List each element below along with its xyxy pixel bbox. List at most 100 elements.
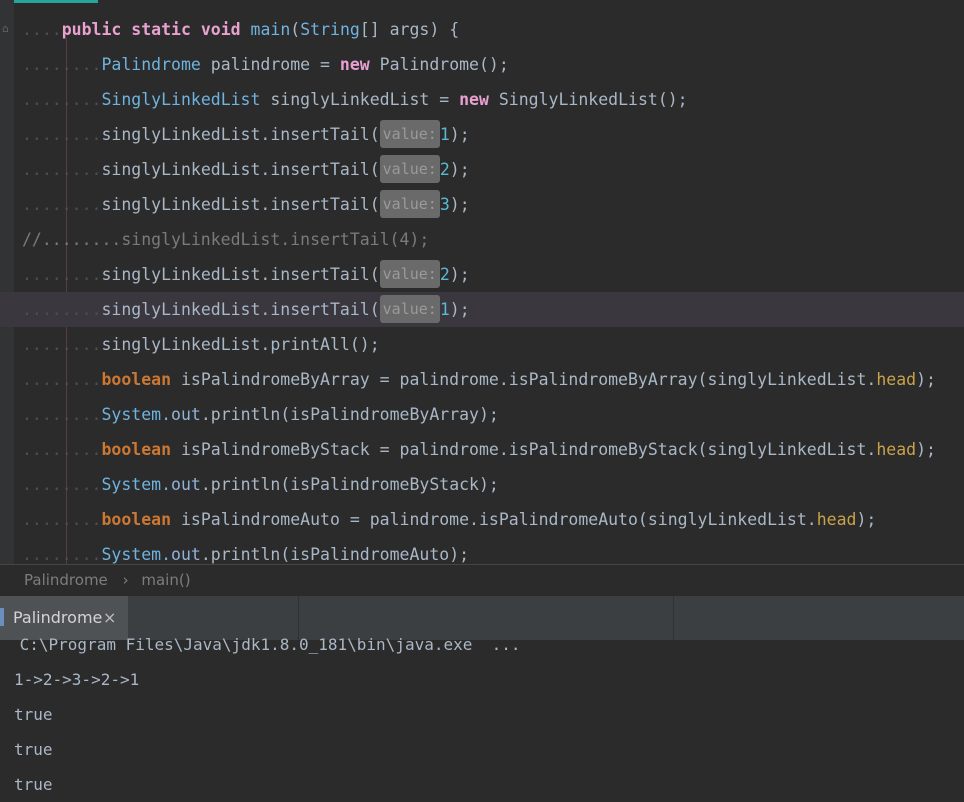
indent-whitespace: ........	[22, 300, 102, 319]
code-token: SinglyLinkedList();	[498, 90, 688, 109]
code-token: .println(isPalindromeAuto);	[200, 545, 470, 564]
code-line[interactable]: ........System.out.println(isPalindromeB…	[0, 467, 964, 502]
indent-whitespace: ........	[22, 405, 102, 424]
active-tab-indicator	[0, 0, 98, 3]
console-line: true	[14, 775, 53, 794]
code-token: );	[916, 370, 936, 389]
code-token: public	[61, 20, 132, 39]
breadcrumb-method[interactable]: main()	[141, 565, 190, 595]
console-line: 1->2->3->2->1	[14, 670, 140, 689]
code-token: boolean	[101, 510, 181, 529]
run-console-output[interactable]: C:\Program Files\Java\jdk1.8.0_181\bin\j…	[0, 635, 964, 801]
code-token: [] args) {	[359, 20, 460, 39]
code-token: System.	[101, 405, 172, 424]
code-token: 1	[439, 300, 450, 319]
code-token: Palindrome();	[379, 55, 509, 74]
code-token: singlyLinkedList.printAll();	[101, 335, 380, 354]
code-token: static	[131, 20, 201, 39]
console-line: true	[14, 705, 53, 724]
code-token: palindrome =	[200, 55, 340, 74]
indent-whitespace: ........	[22, 370, 102, 389]
code-line[interactable]: ........Palindrome palindrome = new Pali…	[0, 47, 964, 82]
code-token: .println(isPalindromeByArray);	[200, 405, 499, 424]
code-line[interactable]: ........singlyLinkedList.insertTail(valu…	[0, 292, 964, 327]
indent-whitespace: ........	[22, 195, 102, 214]
code-token: singlyLinkedList.insertTail(	[101, 195, 380, 214]
code-token: 2	[439, 160, 450, 179]
code-line[interactable]: ....public static void main(String[] arg…	[0, 12, 964, 47]
code-token: boolean	[101, 370, 181, 389]
parameter-hint: value:	[379, 120, 440, 148]
code-token: System.	[101, 545, 172, 564]
breadcrumb-separator-icon: ›	[122, 571, 129, 589]
code-token: isPalindromeByStack = palindrome.isPalin…	[180, 440, 877, 459]
indent-whitespace: ........	[22, 545, 102, 564]
code-line[interactable]: ........System.out.println(isPalindromeB…	[0, 397, 964, 432]
code-token: );	[449, 195, 470, 214]
code-line[interactable]: ........boolean isPalindromeByStack = pa…	[0, 432, 964, 467]
code-token: String	[300, 20, 360, 39]
indent-whitespace: ........	[22, 125, 102, 144]
code-line[interactable]: ........SinglyLinkedList singlyLinkedLis…	[0, 82, 964, 117]
code-token: );	[449, 300, 470, 319]
breadcrumb: Palindrome › main()	[0, 564, 964, 595]
code-token: head	[816, 510, 857, 529]
code-token: );	[916, 440, 936, 459]
parameter-hint: value:	[379, 260, 440, 288]
code-line[interactable]: ........singlyLinkedList.insertTail(valu…	[0, 257, 964, 292]
code-token: singlyLinkedList =	[260, 90, 460, 109]
indent-whitespace: ........	[22, 265, 102, 284]
console-line: true	[14, 740, 53, 759]
indent-whitespace: ........	[22, 335, 102, 354]
code-token: singlyLinkedList.insertTail(	[101, 300, 380, 319]
code-line[interactable]: ........singlyLinkedList.insertTail(valu…	[0, 187, 964, 222]
code-token: );	[449, 125, 470, 144]
parameter-hint: value:	[379, 190, 440, 218]
indent-whitespace: ........	[22, 55, 102, 74]
code-token: out	[171, 475, 201, 494]
code-token: void	[200, 20, 251, 39]
run-config-icon	[0, 608, 4, 626]
code-token: out	[171, 405, 201, 424]
code-line[interactable]: ........boolean isPalindromeAuto = palin…	[0, 502, 964, 537]
code-token: boolean	[101, 440, 181, 459]
code-editor[interactable]: ⌂ ....public static void main(String[] a…	[0, 0, 964, 564]
code-token: );	[449, 160, 470, 179]
code-token: .println(isPalindromeByStack);	[200, 475, 499, 494]
code-line[interactable]: ........System.out.println(isPalindromeA…	[0, 537, 964, 564]
indent-whitespace: ........	[22, 475, 102, 494]
code-token: 3	[439, 195, 450, 214]
code-token: isPalindromeAuto = palindrome.isPalindro…	[180, 510, 817, 529]
indent-whitespace: ....	[22, 20, 62, 39]
code-token: 1	[439, 125, 450, 144]
code-line[interactable]: ........singlyLinkedList.printAll();	[0, 327, 964, 362]
code-token: singlyLinkedList.insertTail(	[101, 265, 380, 284]
code-token: (	[290, 20, 301, 39]
code-token: 2	[439, 265, 450, 284]
tab-divider	[673, 596, 674, 640]
parameter-hint: value:	[379, 155, 440, 183]
code-token: System.	[101, 475, 172, 494]
code-line[interactable]: ........boolean isPalindromeByArray = pa…	[0, 362, 964, 397]
code-token: head	[876, 440, 917, 459]
code-token: head	[876, 370, 917, 389]
code-token: Palindrome	[101, 55, 201, 74]
code-token: singlyLinkedList.insertTail(	[101, 160, 380, 179]
indent-whitespace: ........	[22, 160, 102, 179]
indent-whitespace: ........	[22, 510, 102, 529]
code-token: //........singlyLinkedList.insertTail(4)…	[22, 230, 430, 249]
code-token: );	[449, 265, 470, 284]
parameter-hint: value:	[379, 295, 440, 323]
code-token: );	[856, 510, 877, 529]
code-token: isPalindromeByArray = palindrome.isPalin…	[180, 370, 877, 389]
code-line[interactable]: ........singlyLinkedList.insertTail(valu…	[0, 117, 964, 152]
indent-whitespace: ........	[22, 440, 102, 459]
code-token: new	[339, 55, 380, 74]
code-line[interactable]: ........singlyLinkedList.insertTail(valu…	[0, 152, 964, 187]
console-line: C:\Program Files\Java\jdk1.8.0_181\bin\j…	[10, 635, 521, 654]
code-line[interactable]: //........singlyLinkedList.insertTail(4)…	[0, 222, 964, 257]
code-token: main	[250, 20, 291, 39]
indent-whitespace: ........	[22, 90, 102, 109]
breadcrumb-class[interactable]: Palindrome	[24, 565, 108, 595]
code-token: singlyLinkedList.insertTail(	[101, 125, 380, 144]
